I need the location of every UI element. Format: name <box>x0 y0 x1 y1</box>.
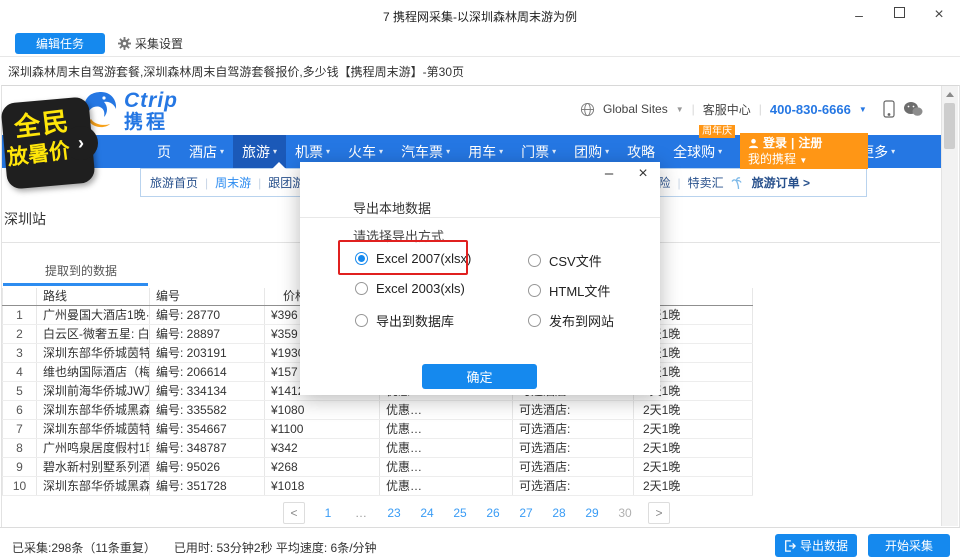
dialog-close-icon[interactable]: × <box>632 165 654 185</box>
radio-publish-website[interactable]: 发布到网站 <box>528 311 614 330</box>
page-number[interactable]: 1 <box>318 506 338 520</box>
page-number[interactable]: 23 <box>384 506 404 520</box>
export-icon <box>784 539 796 552</box>
export-data-button[interactable]: 导出数据 <box>775 534 857 557</box>
next-page-button[interactable]: > <box>648 502 670 524</box>
table-row: 9碧水新村别墅系列酒店…编号: 95026¥268优惠…可选酒店:2天1晚 <box>2 458 753 477</box>
tab-extracted-data[interactable]: 提取到的数据 <box>45 262 117 279</box>
captured-page-title: 深圳森林周末自驾游套餐,深圳森林周末自驾游套餐报价,多少钱【携程周末游】-第30… <box>8 65 465 79</box>
subnav-weekend[interactable]: 周末游 <box>215 174 251 191</box>
radio-excel-2003[interactable]: Excel 2003(xls) <box>355 281 465 296</box>
global-sites-link[interactable]: Global Sites <box>603 102 668 116</box>
radio-icon <box>528 314 541 327</box>
page-number[interactable]: 29 <box>582 506 602 520</box>
radio-csv[interactable]: CSV文件 <box>528 251 602 270</box>
page-number[interactable]: 24 <box>417 506 437 520</box>
station-title: 深圳站 <box>4 211 46 227</box>
travel-orders-link[interactable]: 旅游订单 > <box>752 174 810 191</box>
scrollbar-track[interactable] <box>941 86 958 526</box>
nav-item-global-shopping[interactable]: 全球购 ▾ 周年庆 <box>664 125 736 168</box>
user-icon <box>748 138 759 149</box>
scrollbar-thumb[interactable] <box>944 103 955 149</box>
scrollbar-up-arrow[interactable] <box>946 92 954 97</box>
title-bar: 7 携程网采集-以深圳森林周末游为例 – × <box>0 0 960 30</box>
subnav-sale[interactable]: 特卖汇 <box>688 174 724 191</box>
table-row: 8广州鸣泉居度假村1晚…编号: 348787¥342优惠…可选酒店:2天1晚 <box>2 439 753 458</box>
logo-text-cn: 携程 <box>124 112 169 133</box>
table-row: 10深圳东部华侨城黑森林…编号: 351728¥1018优惠…可选酒店:2天1晚 <box>2 477 753 496</box>
page-number[interactable]: 25 <box>450 506 470 520</box>
mobile-app-icon[interactable] <box>883 100 895 118</box>
logo-text-en: Ctrip <box>124 89 178 112</box>
page-number[interactable]: 26 <box>483 506 503 520</box>
radio-html[interactable]: HTML文件 <box>528 281 610 300</box>
radio-icon <box>355 314 368 327</box>
dialog-title: 导出本地数据 <box>353 201 432 216</box>
palm-tree-icon <box>731 176 745 190</box>
chevron-down-icon: ▼ <box>858 104 867 114</box>
start-collect-button[interactable]: 开始采集 <box>868 534 950 557</box>
pagination: < 1 … 23 24 25 26 27 28 29 30 > <box>283 502 670 524</box>
gear-icon <box>118 37 131 50</box>
toolbar: 编辑任务 采集设置 <box>0 30 960 57</box>
anniversary-badge: 周年庆 <box>699 125 736 138</box>
collect-settings-button[interactable]: 采集设置 <box>118 33 183 54</box>
nav-item-home[interactable]: 页 <box>148 135 180 168</box>
radio-export-database[interactable]: 导出到数据库 <box>355 311 454 330</box>
dialog-minimize-icon[interactable]: – <box>598 165 620 185</box>
export-dialog: – × 导出本地数据 请选择导出方式 Excel 2007(xlsx) Exce… <box>300 162 660 395</box>
dialog-divider <box>300 217 660 218</box>
globe-icon <box>580 102 595 117</box>
page-number-current: 30 <box>618 506 632 520</box>
radio-icon <box>528 254 541 267</box>
confirm-button[interactable]: 确定 <box>422 364 537 389</box>
page-ellipsis: … <box>355 506 367 520</box>
tab-active-underline <box>3 283 148 286</box>
chevron-down-icon: ▼ <box>675 104 684 114</box>
elapsed-speed: 已用时: 53分钟2秒 平均速度: 6条/分钟 <box>173 541 377 555</box>
minimize-icon[interactable]: – <box>844 4 874 26</box>
window-title: 7 携程网采集-以深圳森林周末游为例 <box>382 10 577 24</box>
table-row: 6深圳东部华侨城黑森林…编号: 335582¥1080优惠…可选酒店:2天1晚 <box>2 401 753 420</box>
prev-page-button[interactable]: < <box>283 502 305 524</box>
register-link[interactable]: 注册 <box>798 135 822 151</box>
page-number[interactable]: 28 <box>549 506 569 520</box>
maximize-icon[interactable] <box>884 4 914 26</box>
collected-count: 已采集:298条（11条重复） <box>12 541 156 555</box>
app-window: 7 携程网采集-以深圳森林周末游为例 – × 编辑任务 采集设置 深圳森林周末自… <box>0 0 960 560</box>
radio-icon <box>528 284 541 297</box>
table-row: 7深圳东部华侨城茵特拉…编号: 354667¥1100优惠…可选酒店:2天1晚 <box>2 420 753 439</box>
status-bar: 已采集:298条（11条重复） 已用时: 53分钟2秒 平均速度: 6条/分钟 … <box>0 527 960 560</box>
customer-service-link[interactable]: 客服中心 <box>703 101 751 118</box>
close-icon[interactable]: × <box>924 4 954 26</box>
subnav-travel-home[interactable]: 旅游首页 <box>150 174 198 191</box>
my-ctrip-link[interactable]: 我的携程 <box>748 152 796 166</box>
nav-item-hotel[interactable]: 酒店 ▾ <box>180 135 233 168</box>
site-header-links: Global Sites ▼ | 客服中心 | 400-830-6666 ▼ <box>580 100 923 118</box>
edit-task-button[interactable]: 编辑任务 <box>15 33 105 54</box>
login-panel[interactable]: 登录 | 注册 我的携程 ▼ <box>740 133 868 169</box>
login-link[interactable]: 登录 <box>763 135 787 151</box>
phone-number[interactable]: 400-830-6666 <box>770 102 851 117</box>
nav-active-notch <box>272 162 286 169</box>
radio-icon <box>355 282 368 295</box>
subnav-group-tour[interactable]: 跟团游 <box>268 174 304 191</box>
wechat-icon[interactable] <box>903 101 923 117</box>
page-number[interactable]: 27 <box>516 506 536 520</box>
promo-banner[interactable]: › 全民 放暑价 <box>0 96 106 198</box>
highlight-red-box <box>338 240 468 275</box>
